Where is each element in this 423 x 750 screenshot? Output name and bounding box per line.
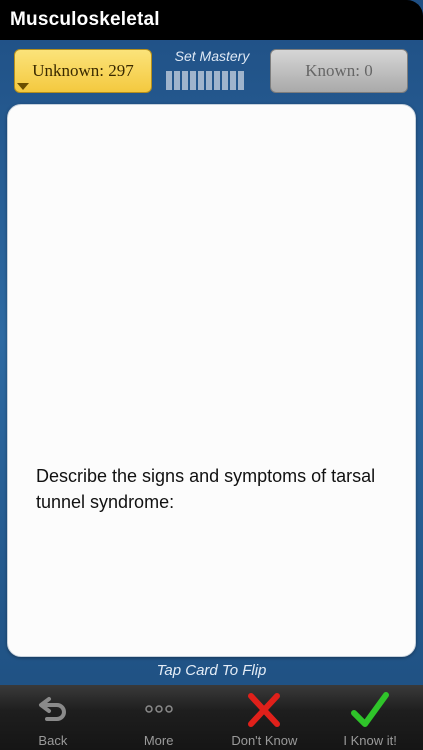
mastery-segment [166,71,172,90]
mastery-segment [198,71,204,90]
red-x-icon [244,691,284,734]
set-mastery-progress [166,71,244,90]
mastery-segment [182,71,188,90]
mastery-segment [206,71,212,90]
mastery-segment [214,71,220,90]
title-bar: Musculoskeletal [0,0,423,40]
mastery-segment [174,71,180,90]
more-dots-icon [141,691,177,732]
mastery-segment [238,71,244,90]
bottom-toolbar: Back More Don't Know I Know it! [0,685,423,750]
set-mastery-label: Set Mastery [174,48,250,64]
card-question: Describe the signs and symptoms of tarsa… [36,466,376,512]
dont-know-button[interactable]: Don't Know [212,685,318,750]
green-check-icon [349,691,391,736]
mastery-segment [190,71,196,90]
mastery-segment [222,71,228,90]
more-button[interactable]: More [106,685,212,750]
known-count-button[interactable]: Known: 0 [270,49,408,93]
known-count-label: Known: 0 [305,61,373,80]
dropdown-caret-icon [17,83,29,90]
unknown-count-button[interactable]: Unknown: 297 [14,49,152,93]
mastery-segment [230,71,236,90]
tap-to-flip-hint: Tap Card To Flip [156,662,267,679]
back-arrow-icon [35,691,71,732]
back-label: Back [38,733,68,748]
more-label: More [143,733,174,748]
flash-card[interactable]: Describe the signs and symptoms of tarsa… [7,104,416,657]
back-button[interactable]: Back [0,685,106,750]
dont-know-label: Don't Know [231,733,298,748]
i-know-it-button[interactable]: I Know it! [317,685,423,750]
unknown-count-label: Unknown: 297 [32,61,134,80]
page-title: Musculoskeletal [10,9,160,30]
